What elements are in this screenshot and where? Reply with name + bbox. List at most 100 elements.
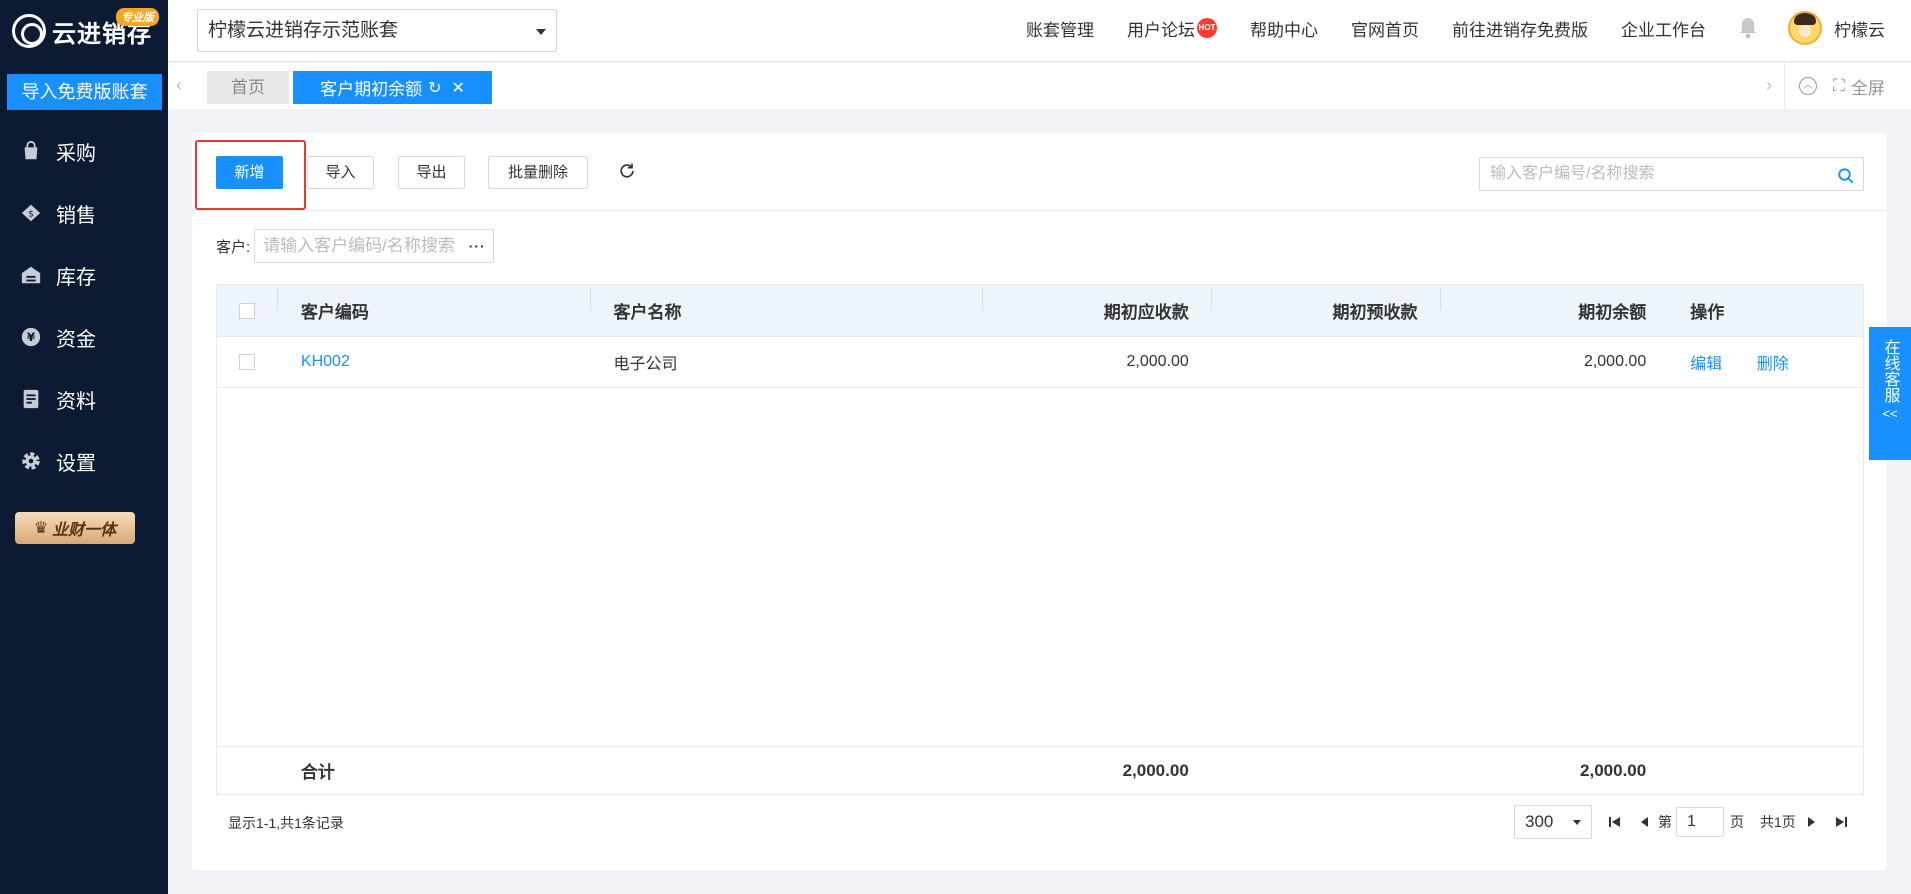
link-user-forum-label: 用户论坛 xyxy=(1127,20,1195,40)
sidebar-item-sales[interactable]: $ 销售 xyxy=(0,182,168,244)
header-opening-prepaid[interactable]: 期初预收款 xyxy=(1210,288,1440,323)
row-checkbox[interactable] xyxy=(238,354,255,370)
avatar[interactable] xyxy=(1788,11,1822,45)
vip-finance-button[interactable]: ♛ 业财一体 xyxy=(15,512,135,544)
link-help-center[interactable]: 帮助中心 xyxy=(1250,16,1318,41)
gear-icon xyxy=(20,450,42,472)
customer-filter-input[interactable]: 请输入客户编码/名称搜索 ··· xyxy=(254,229,495,263)
sidebar-item-data[interactable]: 资料 xyxy=(0,368,168,430)
page-suffix: 页 xyxy=(1730,814,1744,830)
close-icon[interactable]: ✕ xyxy=(452,78,465,98)
search-icon[interactable] xyxy=(1837,165,1855,184)
account-select[interactable]: 柠檬云进销存示范账套 xyxy=(197,9,557,52)
header-opening-receivable[interactable]: 期初应收款 xyxy=(982,288,1211,323)
sidebar-item-funds[interactable]: ¥ 资金 xyxy=(0,306,168,368)
link-official-site[interactable]: 官网首页 xyxy=(1351,16,1419,41)
edition-badge: 专业版 xyxy=(116,8,159,26)
chevron-left-icon[interactable]: ‹ xyxy=(176,75,182,96)
table-header: 客户编码 客户名称 期初应收款 期初预收款 期初余额 操作 xyxy=(217,285,1863,337)
search-input[interactable]: 输入客户编号/名称搜索 xyxy=(1479,157,1864,191)
last-page-icon[interactable] xyxy=(1834,815,1848,829)
header-operations: 操作 xyxy=(1690,303,1725,322)
more-icon[interactable]: ··· xyxy=(465,230,489,262)
tag-icon: $ xyxy=(20,202,42,224)
delete-link[interactable]: 删除 xyxy=(1757,356,1789,373)
table-row[interactable]: KH002 电子公司 2,000.00 2,000.00 编辑 删除 xyxy=(217,337,1863,388)
filter-label: 客户: xyxy=(216,238,251,256)
balance-table: 客户编码 客户名称 期初应收款 期初预收款 期初余额 操作 KH002 电子公司… xyxy=(216,284,1864,795)
import-free-account-button[interactable]: 导入免费版账套 xyxy=(7,74,162,110)
crown-icon: ♛ xyxy=(33,520,49,537)
tab-customer-opening-balance[interactable]: 客户期初余额 ↻ ✕ xyxy=(293,71,492,104)
sidebar-item-label: 库存 xyxy=(56,266,96,289)
table-footer: 合计 2,000.00 2,000.00 xyxy=(217,746,1863,794)
first-page-icon[interactable] xyxy=(1608,815,1622,829)
svg-text:¥: ¥ xyxy=(27,330,36,344)
top-links: 账套管理 用户论坛 HOT 帮助中心 官网首页 前往进销存免费版 企业工作台 柠… xyxy=(993,0,1885,56)
sidebar-item-label: 资料 xyxy=(56,390,96,413)
svg-text:$: $ xyxy=(28,209,34,220)
sidebar-item-purchase[interactable]: 采购 xyxy=(0,120,168,182)
total-pages: 共1页 xyxy=(1760,814,1796,830)
new-button[interactable]: 新增 xyxy=(216,156,283,189)
record-count: 显示1-1,共1条记录 xyxy=(228,815,344,831)
account-select-value: 柠檬云进销存示范账套 xyxy=(208,20,399,41)
sidebar-item-label: 销售 xyxy=(56,204,96,227)
sidebar-item-label: 资金 xyxy=(56,328,96,351)
service-label: 在线客服 xyxy=(1881,339,1899,403)
page-size-select[interactable]: 300 xyxy=(1514,805,1592,839)
link-free-version[interactable]: 前往进销存免费版 xyxy=(1452,16,1588,41)
customer-code-link[interactable]: KH002 xyxy=(301,353,350,370)
user-name[interactable]: 柠檬云 xyxy=(1834,16,1885,41)
tab-home[interactable]: 首页 xyxy=(207,71,289,104)
fullscreen-label[interactable]: 全屏 xyxy=(1851,74,1885,99)
filter-placeholder: 请输入客户编码/名称搜索 xyxy=(263,236,455,255)
tab-label: 客户期初余额 xyxy=(320,80,423,99)
pagination: 300 第 1 页 共1页 xyxy=(1514,805,1848,839)
sidebar-item-settings[interactable]: 设置 xyxy=(0,430,168,492)
refresh-icon[interactable] xyxy=(617,161,637,181)
customer-name: 电子公司 xyxy=(613,356,678,373)
tab-tools: ︿ ⛶ 全屏 xyxy=(1784,63,1911,109)
app-logo[interactable]: 云进销存 专业版 xyxy=(0,0,168,62)
export-button[interactable]: 导出 xyxy=(398,156,465,189)
collapse-up-icon[interactable]: ︿ xyxy=(1799,77,1817,95)
opening-receivable: 2,000.00 xyxy=(1126,353,1189,370)
bell-icon[interactable] xyxy=(1736,16,1760,40)
yen-icon: ¥ xyxy=(20,326,42,348)
fullscreen-icon[interactable]: ⛶ xyxy=(1833,76,1845,96)
warehouse-icon xyxy=(20,264,42,286)
side-nav: 采购 $ 销售 库存 ¥ 资金 资料 设置 xyxy=(0,120,168,492)
sidebar-item-inventory[interactable]: 库存 xyxy=(0,244,168,306)
header-customer-code[interactable]: 客户编码 xyxy=(276,288,590,323)
search-placeholder: 输入客户编号/名称搜索 xyxy=(1490,165,1655,182)
prev-page-icon[interactable] xyxy=(1638,815,1652,829)
document-icon xyxy=(20,388,42,410)
hot-badge: HOT xyxy=(1197,18,1217,38)
total-receivable: 2,000.00 xyxy=(1122,760,1189,780)
caret-down-icon xyxy=(536,29,546,35)
link-account-management[interactable]: 账套管理 xyxy=(1026,16,1094,41)
sidebar-item-label: 采购 xyxy=(56,142,96,165)
top-bar: 柠檬云进销存示范账套 账套管理 用户论坛 HOT 帮助中心 官网首页 前往进销存… xyxy=(168,0,1911,62)
lemon-logo-icon xyxy=(12,14,46,48)
header-customer-name[interactable]: 客户名称 xyxy=(589,288,983,323)
header-opening-balance[interactable]: 期初余额 xyxy=(1439,288,1669,323)
page-prefix: 第 xyxy=(1658,814,1672,830)
total-label: 合计 xyxy=(300,763,335,782)
chevron-right-icon[interactable]: › xyxy=(1766,75,1772,96)
batch-delete-button[interactable]: 批量删除 xyxy=(488,156,588,189)
toolbar: 新增 导入 导出 批量删除 输入客户编号/名称搜索 xyxy=(192,133,1887,211)
tabs-bar: ‹ 首页 客户期初余额 ↻ ✕ › ︿ ⛶ 全屏 xyxy=(168,63,1911,109)
link-enterprise-workbench[interactable]: 企业工作台 xyxy=(1621,16,1706,41)
customer-filter: 客户: 请输入客户编码/名称搜索 ··· xyxy=(216,229,495,263)
select-all-checkbox[interactable] xyxy=(238,302,255,319)
main-card: 新增 导入 导出 批量删除 输入客户编号/名称搜索 客户: 请输入客户编码/名称… xyxy=(192,133,1887,870)
edit-link[interactable]: 编辑 xyxy=(1690,356,1722,373)
import-button[interactable]: 导入 xyxy=(307,156,374,189)
online-service-button[interactable]: 在线客服 << xyxy=(1869,327,1911,460)
next-page-icon[interactable] xyxy=(1804,815,1818,829)
refresh-icon[interactable]: ↻ xyxy=(428,78,441,98)
page-number-input[interactable]: 1 xyxy=(1676,807,1724,837)
link-user-forum[interactable]: 用户论坛 HOT xyxy=(1127,16,1217,41)
